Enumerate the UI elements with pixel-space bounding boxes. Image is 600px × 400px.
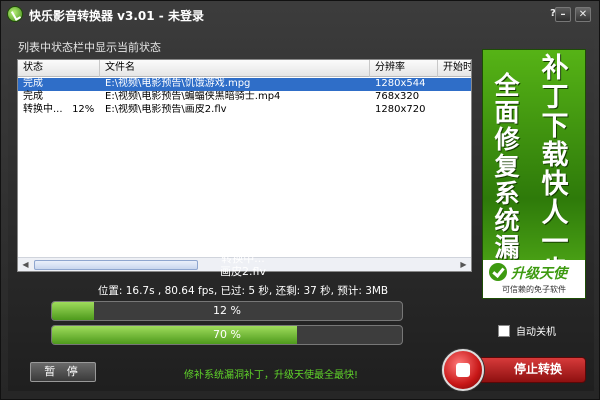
ad-headline-right: 补丁下载快人一步	[541, 53, 569, 286]
promo-link[interactable]: 修补系统漏洞补丁，升级天使最全最快!	[184, 366, 358, 381]
column-header-resolution[interactable]: 分辨率	[370, 60, 438, 77]
list-rows: 完成 E:\视频\电影预告\饥饿游戏.mpg 1280x544 完成 E:\视频…	[18, 78, 471, 117]
file-progress-label: 12 %	[213, 304, 241, 317]
row-status: 完成	[23, 91, 43, 102]
window-title: 快乐影音转换器 v3.01 - 未登录	[29, 9, 204, 23]
app-logo-icon	[7, 6, 23, 22]
row-status: 完成	[23, 78, 43, 89]
auto-shutdown-option[interactable]: 自动关机	[498, 323, 556, 338]
ad-logo-text: 升级天使	[511, 266, 567, 282]
main-panel: 列表中状态栏中显示当前状态 状态 文件名 分辨率 开始时 完成 E:\视频\电影…	[8, 31, 594, 391]
ad-headline-left: 全面修复系统漏洞	[494, 71, 520, 288]
current-file: 画皮2.flv	[220, 265, 266, 278]
ad-logo-area: 升级天使 可信赖的免子软件	[483, 260, 585, 298]
conversion-stats: 位置: 16.7s , 80.64 fps, 已过: 5 秒, 还剩: 37 秒…	[97, 285, 389, 297]
ad-slogan: 可信赖的免子软件	[502, 285, 566, 294]
total-progress-label: 70 %	[213, 328, 241, 341]
minimize-button[interactable]: –	[555, 7, 571, 22]
app-window: 快乐影音转换器 v3.01 - 未登录 ? – ✕ 列表中状态栏中显示当前状态 …	[0, 0, 600, 400]
list-caption: 列表中状态栏中显示当前状态	[18, 41, 161, 54]
column-header-start[interactable]: 开始时	[438, 60, 471, 77]
row-resolution: 768x320	[375, 91, 420, 102]
total-progress-bar: 70 %	[51, 325, 403, 345]
pause-button[interactable]: 暂 停	[30, 362, 96, 382]
row-file: E:\视频\电影预告\蝙蝠侠黑暗骑士.mp4	[105, 91, 281, 102]
title-bar[interactable]: 快乐影音转换器 v3.01 - 未登录 ? – ✕	[1, 1, 599, 27]
row-resolution: 1280x544	[375, 78, 426, 89]
file-progress-bar: 12 %	[51, 301, 403, 321]
list-header: 状态 文件名 分辨率 开始时	[18, 60, 471, 77]
close-button[interactable]: ✕	[575, 7, 591, 22]
row-file: E:\视频\电影预告\画皮2.flv	[105, 104, 227, 115]
upgrade-angel-icon	[489, 263, 507, 281]
row-resolution: 1280x720	[375, 104, 426, 115]
list-row[interactable]: 转换中... 12% E:\视频\电影预告\画皮2.flv 1280x720	[18, 104, 471, 117]
file-list[interactable]: 状态 文件名 分辨率 开始时 完成 E:\视频\电影预告\饥饿游戏.mpg 12…	[17, 59, 472, 272]
column-header-file[interactable]: 文件名	[100, 60, 370, 77]
list-row[interactable]: 完成 E:\视频\电影预告\饥饿游戏.mpg 1280x544	[18, 78, 471, 91]
row-status: 转换中... 12%	[23, 104, 95, 115]
column-header-status[interactable]: 状态	[18, 60, 100, 77]
list-row[interactable]: 完成 E:\视频\电影预告\蝙蝠侠黑暗骑士.mp4 768x320	[18, 91, 471, 104]
auto-shutdown-label: 自动关机	[516, 327, 556, 338]
stop-icon[interactable]	[442, 349, 484, 391]
ad-banner[interactable]: 全面修复系统漏洞 补丁下载快人一步 升级天使 可信赖的免子软件	[482, 49, 586, 299]
auto-shutdown-checkbox[interactable]	[498, 324, 510, 337]
stop-conversion-button[interactable]: 停止转换	[440, 347, 586, 391]
row-file: E:\视频\电影预告\饥饿游戏.mpg	[105, 78, 251, 89]
